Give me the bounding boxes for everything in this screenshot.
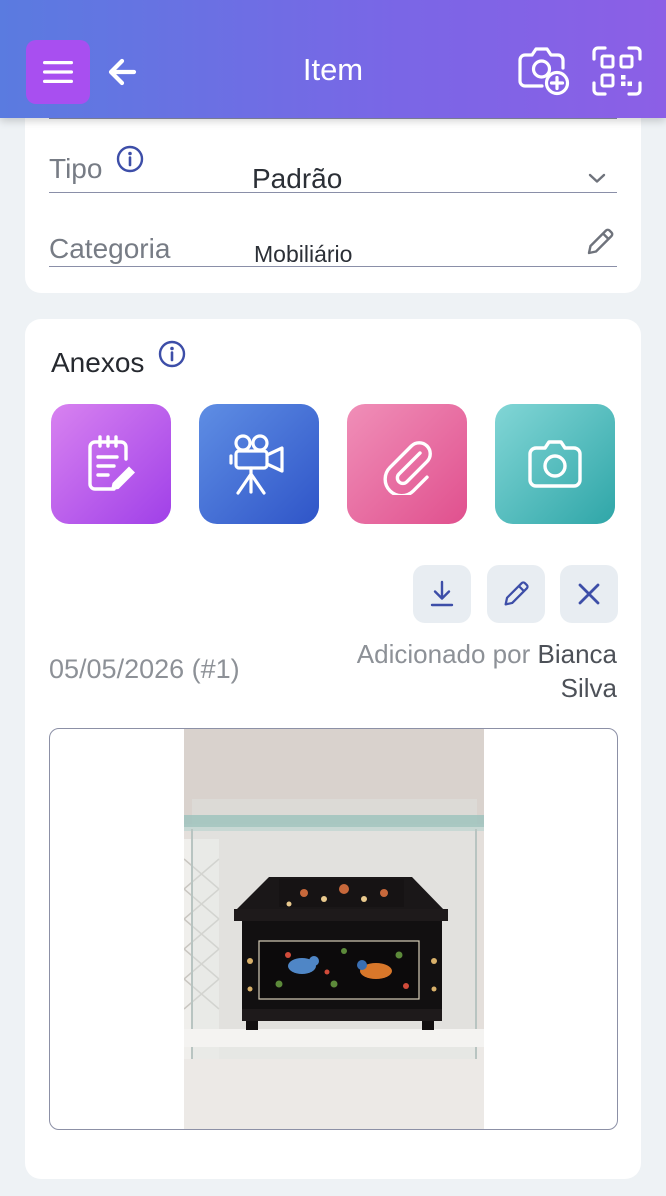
app-screen: Item Tipo Padrão Categoria Mobiliário An… — [0, 0, 666, 1196]
attachments-card: Anexos 05/05/2026 (#1) Adicionado por Bi… — [25, 319, 641, 1179]
camera-icon — [528, 440, 582, 488]
video-camera-icon — [229, 434, 284, 495]
menu-button[interactable] — [26, 40, 90, 104]
pencil-icon — [504, 581, 529, 606]
chevron-down-icon — [588, 173, 606, 183]
attachment-photo — [184, 729, 484, 1129]
top-app-bar: Item — [0, 0, 666, 118]
tipo-label: Tipo — [49, 153, 103, 184]
tipo-select[interactable]: Tipo Padrão — [49, 123, 617, 194]
paperclip-icon — [383, 441, 432, 495]
categoria-value: Mobiliário — [254, 241, 353, 267]
download-icon — [430, 580, 454, 607]
note-icon — [88, 435, 135, 491]
edit-attachment-button[interactable] — [487, 565, 545, 623]
add-file-button[interactable] — [347, 404, 467, 524]
back-button[interactable] — [104, 52, 140, 92]
info-icon[interactable] — [116, 145, 144, 173]
hamburger-icon — [43, 61, 73, 83]
delete-attachment-button[interactable] — [560, 565, 618, 623]
add-photo-button[interactable] — [516, 46, 572, 98]
attachment-date: 05/05/2026 (#1) — [49, 654, 240, 684]
camera-plus-icon — [518, 47, 570, 96]
qr-code-icon — [592, 46, 642, 96]
categoria-field[interactable]: Categoria Mobiliário — [49, 197, 617, 267]
categoria-label: Categoria — [49, 233, 171, 264]
tipo-underline — [49, 192, 617, 193]
download-button[interactable] — [413, 565, 471, 623]
tipo-value: Padrão — [252, 163, 343, 194]
added-by-prefix: Adicionado por — [356, 639, 531, 669]
pencil-icon[interactable] — [583, 225, 617, 259]
qr-scan-button[interactable] — [592, 46, 642, 96]
take-photo-button[interactable] — [495, 404, 615, 524]
close-icon — [578, 583, 600, 605]
attachments-title: Anexos — [51, 347, 145, 378]
added-by-text: Adicionado por Bianca Silva — [317, 637, 617, 705]
added-by-name: Bianca Silva — [537, 639, 618, 703]
arrow-left-icon — [108, 58, 137, 86]
info-icon[interactable] — [158, 340, 186, 368]
item-details-card: Tipo Padrão Categoria Mobiliário — [25, 100, 641, 293]
attachment-preview[interactable] — [49, 728, 618, 1130]
divider — [49, 118, 617, 119]
add-note-button[interactable] — [51, 404, 171, 524]
add-video-button[interactable] — [199, 404, 319, 524]
categoria-underline — [49, 266, 617, 267]
